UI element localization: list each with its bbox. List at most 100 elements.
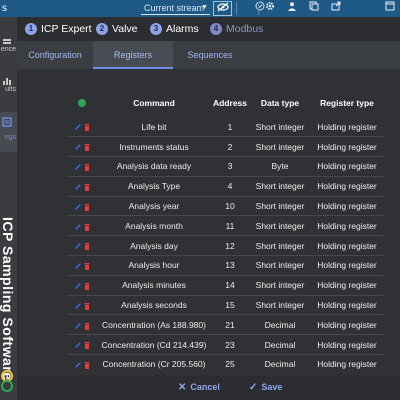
- nav-item-settings[interactable]: ngs: [0, 112, 17, 152]
- edit-icon[interactable]: [74, 163, 82, 171]
- address-cell: 10: [211, 196, 249, 217]
- table-row[interactable]: Analysis Type 4 Short integer Holding regis…: [67, 176, 383, 197]
- copy-icon[interactable]: [304, 0, 324, 17]
- delete-icon[interactable]: [84, 282, 90, 291]
- tab-configuration[interactable]: Configuration: [17, 41, 93, 69]
- table-row[interactable]: Analysis day 12 Short integer Holding regis…: [67, 235, 383, 257]
- step-valve[interactable]: 2 Valve: [96, 21, 138, 37]
- command-cell: Analysis data ready: [97, 156, 211, 177]
- table-row[interactable]: Life bit 1 Short integer Holding register: [67, 117, 383, 138]
- table-row[interactable]: Analysis hour 13 Short integer Holding regi…: [67, 255, 383, 276]
- tab-registers[interactable]: Registers: [93, 41, 173, 69]
- nav-item-label: ults: [5, 86, 16, 93]
- table-header-row: Command Address Data type Register type: [67, 88, 383, 117]
- address-cell: 1: [211, 117, 249, 138]
- save-button-label: Save: [261, 382, 283, 392]
- edit-icon[interactable]: [74, 223, 82, 231]
- register-type-cell: Holding register: [311, 334, 383, 356]
- window-icon[interactable]: [380, 0, 400, 17]
- data-type-cell: Short integer: [249, 275, 311, 296]
- delete-icon[interactable]: [84, 163, 90, 172]
- delete-icon[interactable]: [84, 203, 90, 211]
- address-cell: 4: [211, 176, 249, 197]
- edit-icon[interactable]: [74, 123, 82, 131]
- step-icp-expert[interactable]: 1 ICP Expert: [25, 21, 92, 37]
- app-title-fragment: s: [2, 3, 7, 14]
- edit-icon[interactable]: [74, 341, 82, 349]
- command-cell: Analysis year: [97, 196, 211, 217]
- data-type-cell: Short integer: [249, 176, 311, 197]
- command-cell: Concentration (Cd 214.439): [97, 334, 211, 356]
- address-cell: 12: [211, 235, 249, 257]
- row-actions: [67, 215, 97, 237]
- delete-icon[interactable]: [84, 322, 90, 330]
- edit-icon[interactable]: [74, 282, 82, 290]
- nav-item-sequence[interactable]: ence: [0, 35, 17, 59]
- brand-logo-icon: [1, 370, 13, 392]
- step-label: Valve: [112, 23, 138, 35]
- table-row[interactable]: Concentration (Cd 214.439) 23 Decimal Holdi…: [67, 334, 383, 356]
- edit-icon[interactable]: [74, 242, 82, 250]
- delete-icon[interactable]: [84, 223, 90, 231]
- row-actions: [67, 255, 97, 276]
- save-button[interactable]: ✓ Save: [249, 379, 282, 395]
- cancel-button[interactable]: ✕ Cancel: [178, 379, 220, 395]
- register-type-cell: Holding register: [311, 196, 383, 217]
- command-column-header: Command: [133, 97, 175, 108]
- row-actions: [67, 275, 97, 296]
- step-number: 3: [150, 23, 162, 35]
- table-row[interactable]: Analysis seconds 15 Short integer Holding r…: [67, 295, 383, 316]
- step-label: Modbus: [226, 23, 264, 35]
- stream-selector-label: Current stream: [144, 3, 205, 13]
- delete-icon[interactable]: [84, 302, 90, 310]
- edit-icon[interactable]: [74, 203, 82, 211]
- delete-icon[interactable]: [84, 143, 90, 152]
- delete-icon[interactable]: [84, 242, 90, 251]
- edit-icon[interactable]: [74, 262, 82, 270]
- edit-icon[interactable]: [74, 361, 82, 369]
- address-cell: 13: [211, 255, 249, 276]
- row-actions: [67, 117, 97, 138]
- edit-icon[interactable]: [74, 302, 82, 310]
- delete-icon[interactable]: [84, 361, 90, 370]
- user-icon[interactable]: [282, 0, 302, 17]
- nav-item-results[interactable]: ults: [0, 73, 17, 99]
- stream-selector[interactable]: Current stream ▼: [141, 2, 210, 15]
- address-cell: 2: [211, 136, 249, 158]
- export-icon[interactable]: [326, 0, 346, 17]
- edit-icon[interactable]: [74, 322, 82, 330]
- table-row[interactable]: Analysis minutes 14 Short integer Holding r…: [67, 275, 383, 296]
- table-row[interactable]: Instruments status 2 Short integer Holding …: [67, 136, 383, 158]
- table-row[interactable]: Analysis data ready 3 Byte Holding register: [67, 156, 383, 177]
- address-column-header: Address: [212, 97, 247, 108]
- gear-icon[interactable]: [260, 0, 280, 17]
- delete-icon[interactable]: [84, 262, 90, 271]
- step-modbus[interactable]: 4 Modbus: [210, 21, 263, 37]
- tab-sequences[interactable]: Sequences: [173, 41, 247, 69]
- edit-icon[interactable]: [74, 143, 82, 151]
- sub-tabs: Configuration Registers Sequences: [17, 41, 400, 69]
- table-row[interactable]: Concentration (Cr 205.560) 25 Decimal Holdi…: [67, 354, 383, 372]
- address-cell: 25: [211, 354, 249, 372]
- registers-table-container[interactable]: Command Address Data type Register type …: [67, 88, 383, 372]
- step-alarms[interactable]: 3 Alarms: [150, 21, 199, 37]
- table-row[interactable]: Analysis year 10 Short integer Holding regi…: [67, 196, 383, 217]
- chevron-down-icon: ▼: [201, 4, 208, 11]
- register-type-cell: Holding register: [311, 314, 383, 336]
- check-icon: ✓: [249, 382, 258, 393]
- table-row[interactable]: Concentration (As 188.980) 21 Decimal Holdi…: [67, 314, 383, 336]
- delete-icon[interactable]: [84, 341, 90, 350]
- data-type-cell: Decimal: [249, 314, 311, 336]
- data-type-cell: Decimal: [249, 354, 311, 372]
- register-type-cell: Holding register: [311, 255, 383, 276]
- command-cell: Instruments status: [97, 136, 211, 158]
- delete-icon[interactable]: [84, 183, 90, 192]
- data-type-column-header: Data type: [260, 97, 300, 108]
- eye-off-icon[interactable]: [213, 1, 232, 16]
- address-cell: 11: [211, 215, 249, 237]
- edit-icon[interactable]: [74, 183, 82, 191]
- delete-icon[interactable]: [84, 123, 90, 132]
- table-row[interactable]: Analysis month 11 Short integer Holding reg…: [67, 215, 383, 237]
- footer-actions: ✕ Cancel ✓ Save: [17, 375, 400, 400]
- address-cell: 3: [211, 156, 249, 177]
